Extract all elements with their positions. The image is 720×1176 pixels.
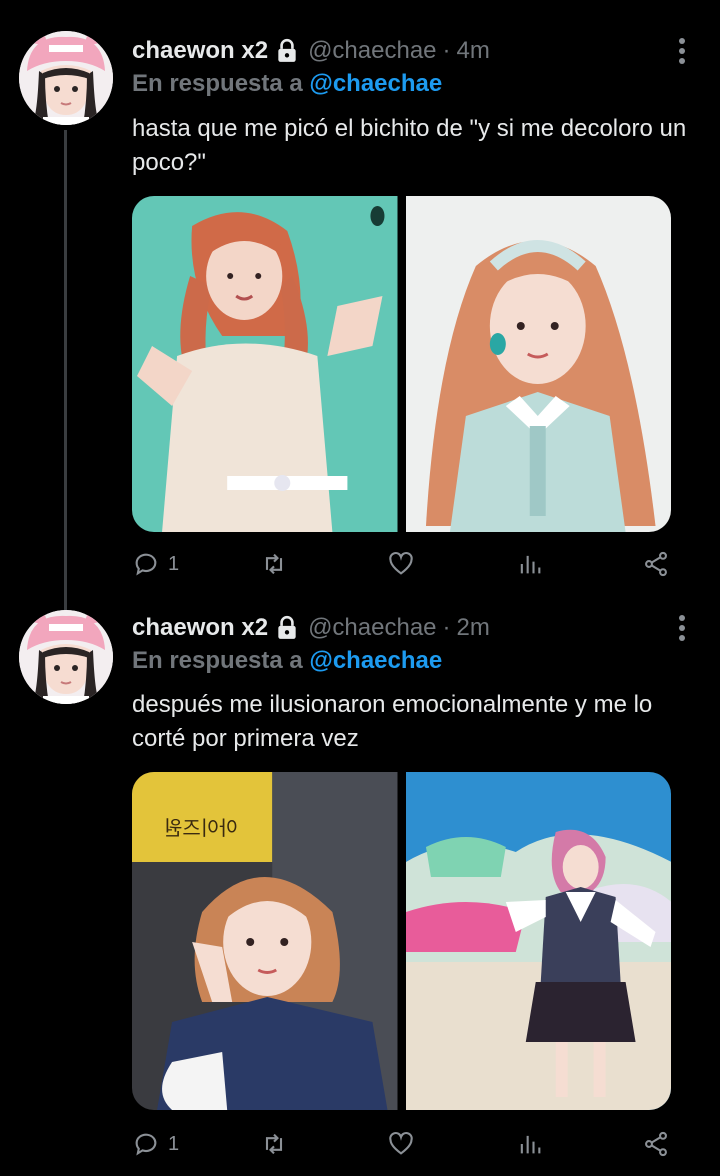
media-grid: 아이즈원	[132, 772, 671, 1110]
retweet-button[interactable]	[260, 550, 288, 578]
action-bar: 1	[132, 550, 677, 580]
display-name[interactable]: chaewon x2	[132, 614, 268, 642]
share-icon	[645, 551, 667, 577]
timestamp[interactable]: 4m	[457, 37, 490, 65]
lock-icon	[274, 38, 300, 64]
tweet-header: chaewon x2 @chaechae · 2m	[132, 612, 490, 644]
reply-mention[interactable]: @chaechae	[309, 70, 442, 97]
tweet-header: chaewon x2 @chaechae · 4m	[132, 35, 490, 67]
share-button[interactable]	[642, 1130, 670, 1158]
sign-text: 아이즈원	[164, 818, 238, 840]
views-button[interactable]	[516, 1130, 544, 1158]
lock-icon	[274, 615, 300, 641]
photo[interactable]	[405, 196, 671, 532]
avatar[interactable]	[19, 610, 113, 704]
retweet-button[interactable]	[260, 1130, 288, 1158]
reply-button[interactable]: 1	[132, 1130, 179, 1158]
reply-icon	[135, 1133, 157, 1156]
retweet-icon	[265, 1133, 283, 1155]
reply-context: En respuesta a @chaechae	[132, 70, 442, 98]
photo[interactable]	[132, 196, 398, 532]
reply-icon	[135, 553, 157, 576]
like-icon	[389, 1131, 413, 1155]
tweet[interactable]: chaewon x2 @chaechae · 4m En respuesta a…	[0, 0, 720, 590]
action-bar: 1	[132, 1130, 677, 1160]
share-button[interactable]	[642, 550, 670, 578]
like-button[interactable]	[387, 1130, 415, 1158]
display-name[interactable]: chaewon x2	[132, 37, 268, 65]
reply-context: En respuesta a @chaechae	[132, 647, 442, 675]
reply-prefix: En respuesta a	[132, 647, 303, 674]
tweet-text: hasta que me picó el bichito de "y si me…	[132, 115, 687, 176]
reply-button[interactable]: 1	[132, 550, 179, 578]
tweet[interactable]: chaewon x2 @chaechae · 2m En respuesta a…	[0, 590, 720, 1176]
more-icon[interactable]	[678, 615, 686, 641]
media-grid	[132, 196, 671, 532]
separator: ·	[442, 37, 451, 64]
views-icon	[520, 555, 541, 574]
like-button[interactable]	[387, 550, 415, 578]
more-icon[interactable]	[678, 38, 686, 64]
avatar[interactable]	[19, 31, 113, 125]
views-button[interactable]	[516, 550, 544, 578]
handle[interactable]: @chaechae	[308, 614, 436, 642]
photo[interactable]: 아이즈원	[132, 772, 398, 1110]
handle[interactable]: @chaechae	[308, 37, 436, 65]
views-icon	[520, 1135, 541, 1154]
reply-count: 1	[168, 1132, 180, 1155]
reply-count: 1	[168, 552, 180, 575]
retweet-icon	[265, 553, 283, 575]
reply-mention[interactable]: @chaechae	[309, 647, 442, 674]
reply-prefix: En respuesta a	[132, 70, 303, 97]
photo[interactable]	[405, 772, 671, 1110]
timestamp[interactable]: 2m	[457, 614, 490, 642]
tweet-text: después me ilusionaron emocionalmente y …	[132, 691, 653, 752]
separator: ·	[442, 614, 451, 641]
share-icon	[645, 1131, 667, 1157]
like-icon	[389, 551, 413, 575]
